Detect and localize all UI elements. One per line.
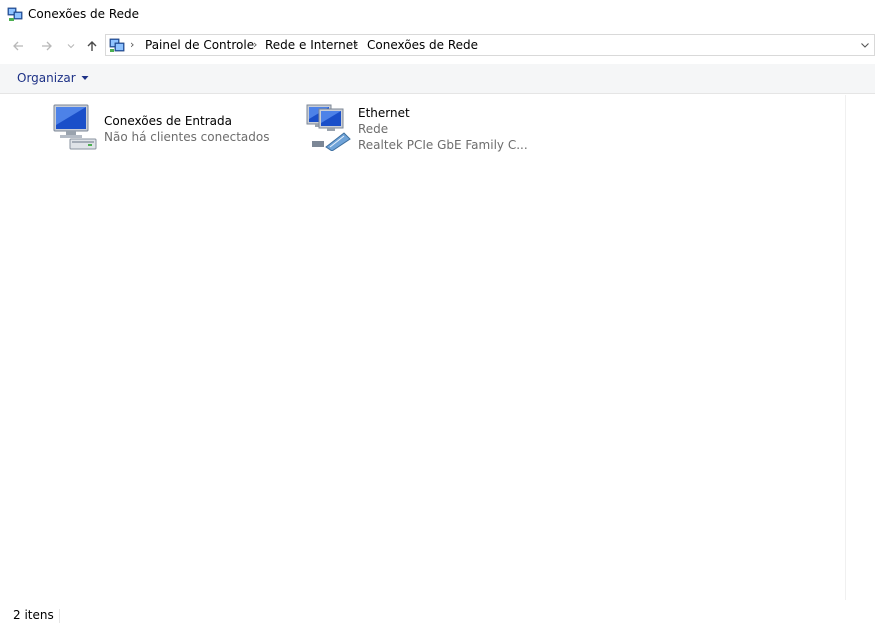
status-divider: [59, 609, 60, 623]
breadcrumb-conexoes-de-rede[interactable]: Conexões de Rede: [367, 38, 478, 52]
address-bar[interactable]: › Painel de Controle › Rede e Internet ›…: [105, 34, 875, 56]
arrow-up-icon: [87, 41, 97, 51]
breadcrumb-rede-e-internet[interactable]: Rede e Internet: [265, 38, 358, 52]
item-name: Ethernet: [358, 106, 410, 120]
organize-label: Organizar: [17, 71, 76, 85]
item-count: 2 itens: [13, 608, 54, 622]
breadcrumb-separator: ›: [253, 38, 258, 51]
up-button[interactable]: [82, 36, 102, 56]
item-name: Conexões de Entrada: [104, 114, 232, 128]
item-status: Não há clientes conectados: [104, 130, 270, 144]
item-adapter: Realtek PCIe GbE Family C...: [358, 138, 528, 152]
network-connections-icon: [7, 7, 23, 21]
window-title: Conexões de Rede: [28, 7, 140, 21]
chevron-down-icon: [67, 44, 75, 49]
status-bar: 2 itens: [0, 603, 875, 627]
ethernet-adapter-icon: [306, 104, 351, 151]
arrow-left-icon: [13, 41, 23, 51]
organize-button[interactable]: Organizar: [17, 71, 89, 85]
title-bar: Conexões de Rede: [0, 0, 875, 30]
arrow-right-icon: [42, 41, 52, 51]
list-item-ethernet[interactable]: Ethernet Rede Realtek PCIe GbE Family C.…: [306, 103, 536, 159]
file-list-view: Conexões de Entrada Não há clientes cone…: [0, 95, 846, 600]
incoming-connections-icon: [53, 104, 97, 150]
item-network: Rede: [358, 122, 389, 136]
list-item-incoming-connections[interactable]: Conexões de Entrada Não há clientes cone…: [52, 103, 282, 155]
address-dropdown-button[interactable]: [858, 37, 872, 53]
control-panel-icon: [109, 38, 125, 52]
caret-down-icon: [81, 76, 89, 80]
recent-locations-button[interactable]: [66, 36, 76, 56]
breadcrumb-separator: ›: [130, 38, 135, 51]
breadcrumb-painel-de-controle[interactable]: Painel de Controle: [145, 38, 254, 52]
back-button[interactable]: [8, 36, 28, 56]
chevron-down-icon: [861, 43, 869, 48]
command-bar: Organizar: [0, 64, 875, 94]
breadcrumb-separator: ›: [354, 38, 359, 51]
forward-button[interactable]: [37, 36, 57, 56]
navigation-bar: › Painel de Controle › Rede e Internet ›…: [0, 30, 875, 62]
